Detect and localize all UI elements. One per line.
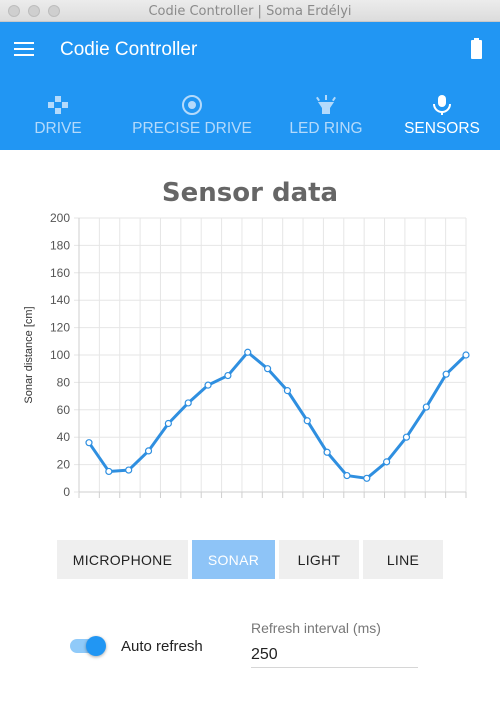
data-point	[283, 387, 292, 395]
data-point	[184, 399, 192, 407]
y-tick-label: 160	[50, 266, 70, 280]
light-icon	[316, 95, 336, 114]
data-point	[244, 348, 252, 356]
data-point	[343, 471, 351, 480]
battery-full-icon	[471, 38, 482, 59]
y-tick-label: 80	[57, 375, 71, 389]
data-point	[462, 351, 470, 359]
line-button[interactable]: LINE	[363, 540, 443, 579]
y-tick-label: 20	[57, 458, 71, 472]
data-point	[204, 381, 212, 389]
tab-sensors[interactable]: SENSORS	[400, 90, 484, 150]
tab-precise-drive-label: PRECISE DRIVE	[132, 120, 252, 137]
tab-precise-drive[interactable]: PRECISE DRIVE	[128, 90, 256, 150]
microphone-button[interactable]: MICROPHONE	[57, 540, 188, 579]
y-tick-label: 120	[50, 321, 70, 335]
y-tick-label: 60	[57, 403, 71, 417]
window-title: Codie Controller | Soma Erdélyi	[148, 4, 352, 19]
app-title: Codie Controller	[60, 39, 198, 60]
data-point	[224, 371, 232, 380]
tab-drive[interactable]: DRIVE	[18, 90, 98, 150]
tab-led-ring-label: LED RING	[289, 120, 363, 137]
app-bar: Codie Controller DRIVE PRECISE DRIVE LED…	[0, 22, 500, 150]
y-tick-label: 0	[63, 485, 70, 499]
tab-drive-label: DRIVE	[34, 120, 82, 137]
y-tick-label: 40	[57, 430, 71, 444]
auto-refresh-label: Auto refresh	[121, 638, 203, 655]
refresh-interval-input[interactable]	[251, 642, 418, 668]
data-point	[422, 403, 430, 411]
y-tick-label: 180	[50, 238, 70, 252]
refresh-interval-label: Refresh interval (ms)	[251, 620, 381, 636]
window-titlebar: Codie Controller | Soma Erdélyi	[0, 0, 500, 22]
data-point	[125, 466, 133, 474]
data-point	[383, 458, 391, 466]
light-button[interactable]: LIGHT	[279, 540, 359, 579]
hamburger-icon[interactable]	[14, 41, 34, 57]
y-tick-label: 100	[50, 348, 70, 362]
data-point	[85, 439, 93, 447]
auto-refresh-toggle[interactable]	[70, 636, 106, 656]
sonar-button[interactable]: SONAR	[192, 540, 275, 579]
data-point	[363, 474, 371, 482]
data-point	[164, 419, 172, 428]
data-point	[263, 365, 272, 373]
chart-title: Sensor data	[161, 178, 339, 208]
sensor-line-chart: 0 20 40 60 80 100 120 140 160 180 200 Sonar distanc…	[23, 211, 470, 499]
toggle-knob	[86, 636, 106, 656]
y-axis-label: Sonar distance [cm]	[23, 306, 35, 403]
sonar-series-line	[87, 350, 468, 480]
data-point	[442, 370, 450, 378]
microphone-icon	[433, 95, 451, 115]
tab-led-ring[interactable]: LED RING	[284, 90, 368, 150]
data-point	[303, 417, 311, 425]
tab-sensors-label: SENSORS	[404, 120, 480, 137]
data-point	[402, 433, 411, 441]
y-tick-label: 140	[50, 293, 70, 307]
target-icon	[182, 95, 202, 115]
y-tick-label: 200	[50, 211, 70, 225]
data-point	[144, 447, 153, 455]
data-point	[105, 467, 113, 476]
data-point	[323, 448, 331, 456]
gamepad-icon	[48, 96, 68, 114]
